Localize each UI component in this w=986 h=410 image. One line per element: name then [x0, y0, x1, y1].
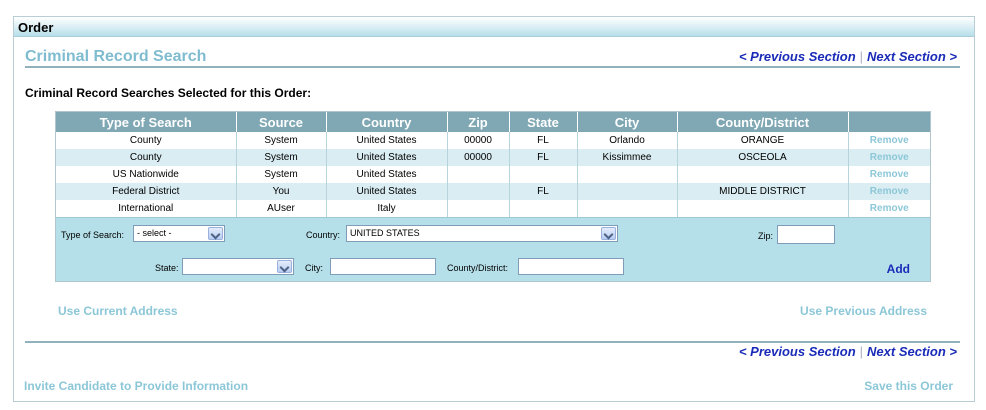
cell-source: AUser	[236, 200, 327, 217]
cell-county: OSCEOLA	[677, 149, 849, 166]
table-header-row: Type of Search Source Country Zip State …	[56, 112, 930, 132]
cell-source: System	[236, 149, 327, 166]
section-title: Criminal Record Search	[25, 48, 207, 65]
state-label: State:	[155, 263, 179, 273]
cell-city: Kissimmee	[577, 149, 678, 166]
cell-zip: 00000	[447, 132, 510, 149]
column-header: Type of Search	[56, 112, 237, 132]
remove-link[interactable]: Remove	[870, 135, 909, 146]
zip-input[interactable]	[777, 225, 835, 244]
add-button[interactable]: Add	[887, 262, 910, 276]
chevron-down-icon[interactable]	[208, 227, 223, 240]
order-title: Order	[18, 20, 54, 35]
cell-city	[577, 183, 678, 200]
cell-state: FL	[509, 183, 578, 200]
country-select[interactable]: UNITED STATES	[346, 225, 618, 242]
cell-country: Italy	[326, 200, 448, 217]
cell-source: System	[236, 132, 327, 149]
cell-zip	[447, 183, 510, 200]
country-label: Country:	[306, 230, 341, 240]
cell-city	[577, 200, 678, 217]
cell-city	[577, 166, 678, 183]
save-order-link[interactable]: Save this Order	[864, 379, 953, 393]
cell-source: System	[236, 166, 327, 183]
column-header: Zip	[447, 112, 510, 132]
cell-country: United States	[326, 132, 448, 149]
table-row: US Nationwide System United States Remov…	[56, 166, 930, 183]
cell-county	[677, 200, 849, 217]
city-label: City:	[305, 263, 323, 273]
cell-zip	[447, 200, 510, 217]
add-search-form: Type of Search: - select - Country: UNIT…	[56, 217, 930, 281]
remove-link[interactable]: Remove	[870, 186, 909, 197]
remove-link[interactable]: Remove	[870, 169, 909, 180]
state-select[interactable]	[182, 258, 294, 275]
previous-section-link[interactable]: < Previous Section	[739, 344, 856, 359]
cell-zip	[447, 166, 510, 183]
cell-country: United States	[326, 183, 448, 200]
cell-state: FL	[509, 149, 578, 166]
table-row: International AUser Italy Remove	[56, 200, 930, 217]
cell-county	[677, 166, 849, 183]
type-of-search-select[interactable]: - select -	[133, 225, 225, 242]
chevron-down-icon[interactable]	[601, 227, 616, 240]
column-header: State	[509, 112, 578, 132]
column-header: Source	[236, 112, 327, 132]
city-input[interactable]	[330, 258, 436, 275]
cell-country: United States	[326, 149, 448, 166]
column-header: County/District	[677, 112, 849, 132]
cell-country: United States	[326, 166, 448, 183]
column-header: City	[577, 112, 678, 132]
cell-type: County	[56, 149, 237, 166]
next-section-link[interactable]: Next Section >	[867, 344, 957, 359]
searches-table-container: Type of Search Source Country Zip State …	[55, 111, 931, 282]
section-nav-top: < Previous Section | Next Section >	[739, 49, 957, 64]
remove-link[interactable]: Remove	[870, 152, 909, 163]
table-row: County System United States 00000 FL Kis…	[56, 149, 930, 166]
cell-city: Orlando	[577, 132, 678, 149]
section-divider-top	[25, 66, 960, 68]
cell-type: County	[56, 132, 237, 149]
section-nav-bottom: < Previous Section | Next Section >	[739, 344, 957, 359]
cell-state	[509, 166, 578, 183]
type-of-search-value: - select -	[137, 228, 172, 238]
selected-searches-heading: Criminal Record Searches Selected for th…	[25, 86, 312, 100]
previous-section-link[interactable]: < Previous Section	[739, 49, 856, 64]
chevron-down-icon[interactable]	[277, 260, 292, 273]
type-of-search-label: Type of Search:	[61, 230, 125, 240]
zip-label: Zip:	[758, 231, 774, 241]
next-section-link[interactable]: Next Section >	[867, 49, 957, 64]
cell-type: International	[56, 200, 237, 217]
cell-county: ORANGE	[677, 132, 849, 149]
nav-separator: |	[859, 49, 864, 64]
order-header-bar: Order	[14, 17, 974, 37]
column-header: Country	[326, 112, 448, 132]
table-row: County System United States 00000 FL Orl…	[56, 132, 930, 149]
table-row: Federal District You United States FL MI…	[56, 183, 930, 200]
cell-source: You	[236, 183, 327, 200]
cell-county: MIDDLE DISTRICT	[677, 183, 849, 200]
searches-table: Type of Search Source Country Zip State …	[56, 112, 930, 217]
cell-zip: 00000	[447, 149, 510, 166]
column-header	[848, 112, 930, 132]
cell-type: Federal District	[56, 183, 237, 200]
order-panel: Order Criminal Record Search < Previous …	[13, 16, 975, 402]
cell-state	[509, 200, 578, 217]
use-current-address-link[interactable]: Use Current Address	[58, 304, 178, 318]
county-district-label: County/District:	[447, 263, 509, 273]
use-previous-address-link[interactable]: Use Previous Address	[800, 304, 927, 318]
nav-separator: |	[859, 344, 864, 359]
cell-state: FL	[509, 132, 578, 149]
county-district-input[interactable]	[518, 258, 624, 275]
country-value: UNITED STATES	[350, 228, 420, 238]
cell-type: US Nationwide	[56, 166, 237, 183]
remove-link[interactable]: Remove	[870, 203, 909, 214]
section-divider-bottom	[25, 341, 960, 343]
invite-candidate-link[interactable]: Invite Candidate to Provide Information	[24, 379, 248, 393]
